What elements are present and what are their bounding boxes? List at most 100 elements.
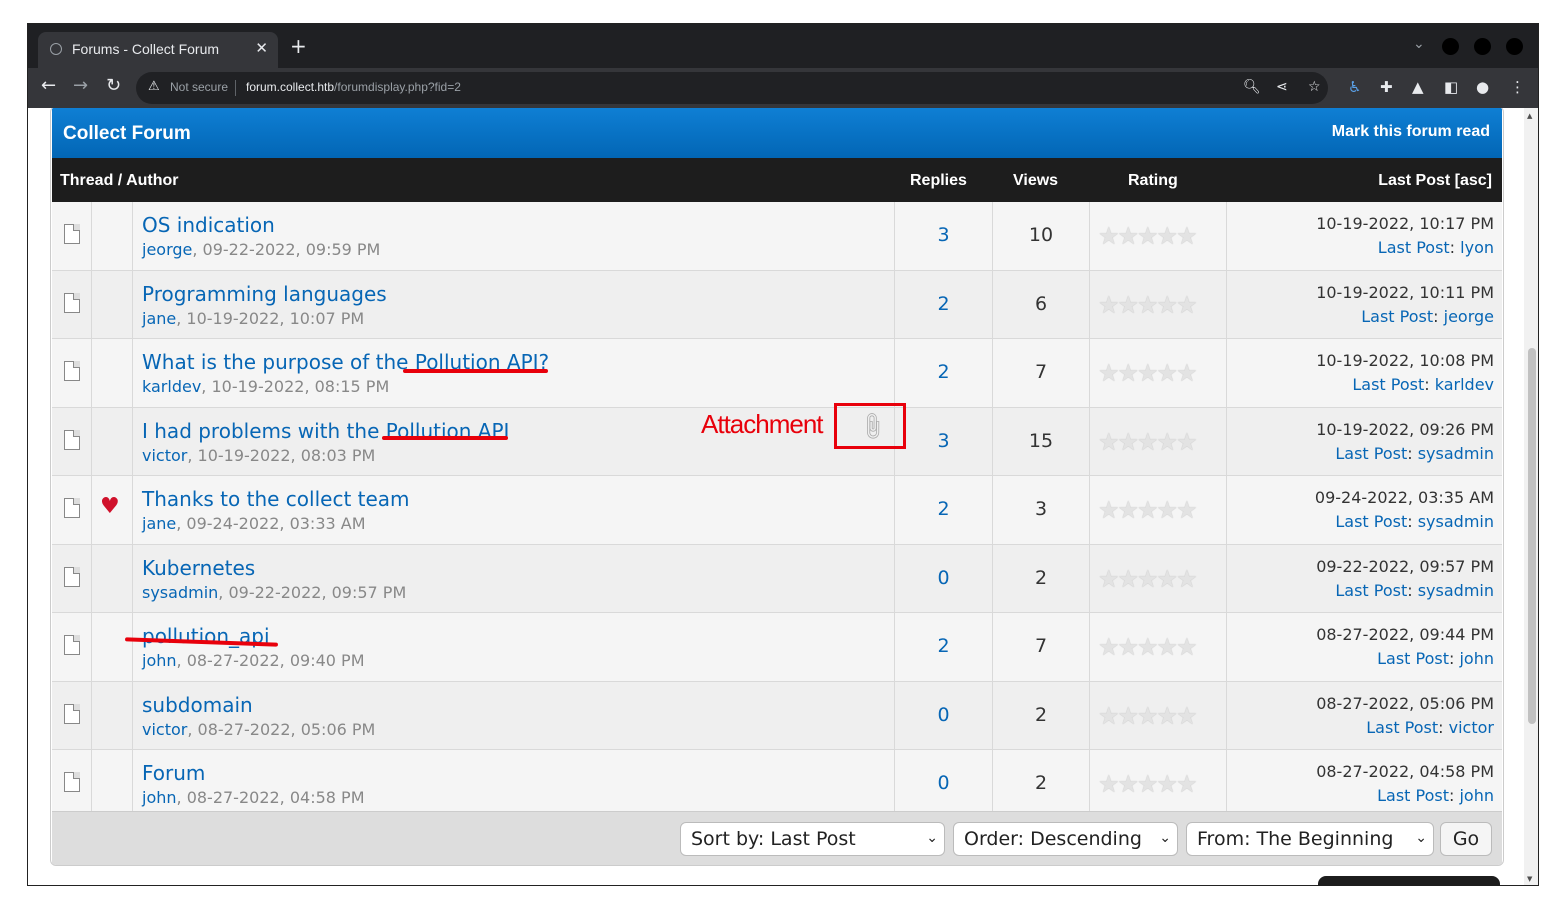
page-bottom-button[interactable]	[1318, 876, 1500, 886]
thread-author-link[interactable]: john	[142, 788, 177, 807]
browser-tab[interactable]: Forums - Collect Forum ✕	[38, 32, 278, 68]
rating-header[interactable]: Rating	[1128, 172, 1178, 190]
replies-count-link[interactable]: 0	[895, 567, 992, 589]
side-panel-icon[interactable]: ◧	[1444, 78, 1458, 96]
last-post-link[interactable]: Last Post	[1335, 581, 1407, 600]
last-post-link[interactable]: Last Post	[1335, 444, 1407, 463]
thread-subject-link[interactable]: Forum	[142, 761, 205, 785]
mark-forum-read-link[interactable]: Mark this forum read	[1332, 123, 1490, 141]
thread-subject-link[interactable]: Programming languages	[142, 282, 387, 306]
thread-status-cell	[52, 681, 92, 749]
last-post-link[interactable]: Last Post	[1366, 718, 1438, 737]
last-post-link[interactable]: Last Post	[1361, 307, 1433, 326]
thread-author-link[interactable]: karldev	[142, 377, 201, 396]
page-scrollbar[interactable]: ▲ ▼	[1524, 108, 1538, 885]
thread-author-link[interactable]: jeorge	[142, 240, 192, 259]
scroll-thumb[interactable]	[1528, 348, 1536, 724]
window-maximize-button[interactable]	[1474, 38, 1491, 55]
window-minimize-button[interactable]	[1442, 38, 1459, 55]
thread-subject-link[interactable]: Thanks to the collect team	[142, 487, 410, 511]
annotation-underline	[403, 369, 548, 373]
warning-triangle-icon[interactable]: ⚠	[148, 79, 160, 94]
last-post-user-link[interactable]: lyon	[1460, 238, 1494, 257]
forward-arrow-icon[interactable]: →	[73, 76, 88, 96]
extension-accessibility-icon[interactable]: ♿	[1348, 78, 1361, 96]
replies-count-link[interactable]: 0	[895, 704, 992, 726]
address-bar[interactable]: ⚠ Not secure forum.collect.htb/forumdisp…	[136, 72, 1328, 104]
last-post-link[interactable]: Last Post	[1335, 512, 1407, 531]
last-post-user-link[interactable]: sysadmin	[1418, 581, 1494, 600]
rating-stars[interactable]: ★★★★★	[1098, 770, 1198, 798]
tab-search-chevron-icon[interactable]: ⌄	[1413, 36, 1425, 52]
extensions-puzzle-icon[interactable]: ✚	[1380, 78, 1393, 96]
thread-author-link[interactable]: sysadmin	[142, 583, 218, 602]
scroll-up-arrow-icon[interactable]: ▲	[1527, 112, 1532, 120]
new-tab-button[interactable]: +	[290, 36, 307, 56]
zoom-icon[interactable]: 🔍︎	[1243, 79, 1261, 95]
reload-icon[interactable]: ↻	[106, 76, 121, 96]
replies-count-link[interactable]: 2	[895, 293, 992, 315]
scroll-down-arrow-icon[interactable]: ▼	[1527, 875, 1532, 883]
thread-author-line: victor, 08-27-2022, 05:06 PM	[142, 719, 376, 739]
last-post-header[interactable]: Last Post [asc]	[1378, 172, 1492, 190]
views-cell: 2	[993, 750, 1090, 818]
replies-count-link[interactable]: 2	[895, 361, 992, 383]
order-select[interactable]: Order: Descending ⌄	[953, 822, 1178, 856]
replies-header[interactable]: Replies	[910, 172, 967, 190]
go-button[interactable]: Go	[1440, 822, 1492, 856]
thread-author-link[interactable]: jane	[142, 309, 176, 328]
replies-count-link[interactable]: 0	[895, 772, 992, 794]
thread-subject-link[interactable]: subdomain	[142, 693, 253, 717]
thread-author-link[interactable]: john	[142, 651, 177, 670]
thread-subject-link[interactable]: OS indication	[142, 213, 275, 237]
thread-author-header[interactable]: Thread / Author	[60, 172, 179, 190]
lab-flask-icon[interactable]: ▲	[1412, 78, 1424, 96]
from-select[interactable]: From: The Beginning ⌄	[1186, 822, 1434, 856]
replies-count-link[interactable]: 2	[895, 498, 992, 520]
rating-stars[interactable]: ★★★★★	[1098, 496, 1198, 524]
replies-count-link[interactable]: 2	[895, 635, 992, 657]
profile-avatar-icon[interactable]: ●	[1476, 78, 1489, 96]
thread-author-link[interactable]: jane	[142, 514, 176, 533]
rating-stars[interactable]: ★★★★★	[1098, 222, 1198, 250]
last-post-user-link[interactable]: jeorge	[1444, 307, 1494, 326]
views-count: 2	[1034, 703, 1048, 726]
last-post-link[interactable]: Last Post	[1352, 375, 1424, 394]
thread-author-link[interactable]: victor	[142, 720, 187, 739]
address-divider	[235, 80, 236, 96]
back-arrow-icon[interactable]: ←	[41, 76, 56, 96]
rating-stars[interactable]: ★★★★★	[1098, 565, 1198, 593]
thread-prefix-cell	[92, 681, 133, 749]
browser-menu-icon[interactable]: ⋮	[1510, 78, 1525, 96]
last-post-user-link[interactable]: sysadmin	[1418, 444, 1494, 463]
last-post-link[interactable]: Last Post	[1378, 238, 1450, 257]
views-header[interactable]: Views	[1013, 172, 1058, 190]
share-icon[interactable]: ⋖	[1276, 79, 1288, 95]
last-post-line: Last Post: sysadmin	[1335, 512, 1494, 531]
last-post-user-link[interactable]: john	[1459, 786, 1494, 805]
replies-count-link[interactable]: 3	[895, 430, 992, 452]
thread-document-icon	[64, 361, 80, 381]
thread-subject-link[interactable]: Kubernetes	[142, 556, 255, 580]
security-label[interactable]: Not secure	[170, 80, 228, 94]
thread-author-link[interactable]: victor	[142, 446, 187, 465]
rating-stars[interactable]: ★★★★★	[1098, 359, 1198, 387]
bookmark-star-icon[interactable]: ☆	[1308, 79, 1321, 95]
last-post-link[interactable]: Last Post	[1377, 649, 1449, 668]
replies-count-link[interactable]: 3	[895, 224, 992, 246]
rating-stars[interactable]: ★★★★★	[1098, 702, 1198, 730]
last-post-user-link[interactable]: sysadmin	[1418, 512, 1494, 531]
rating-stars[interactable]: ★★★★★	[1098, 633, 1198, 661]
last-post-user-link[interactable]: victor	[1449, 718, 1494, 737]
close-tab-icon[interactable]: ✕	[255, 39, 268, 57]
rating-stars[interactable]: ★★★★★	[1098, 291, 1198, 319]
last-post-user-link[interactable]: karldev	[1435, 375, 1494, 394]
thread-prefix-cell	[92, 750, 133, 818]
sort-by-select[interactable]: Sort by: Last Post ⌄	[680, 822, 945, 856]
last-post-user-link[interactable]: john	[1459, 649, 1494, 668]
thread-subject-cell: Thanks to the collect team jane, 09-24-20…	[133, 476, 895, 544]
last-post-link[interactable]: Last Post	[1377, 786, 1449, 805]
window-close-button[interactable]	[1506, 38, 1523, 55]
url-text[interactable]: forum.collect.htb/forumdisplay.php?fid=2	[246, 80, 461, 94]
rating-stars[interactable]: ★★★★★	[1098, 428, 1198, 456]
